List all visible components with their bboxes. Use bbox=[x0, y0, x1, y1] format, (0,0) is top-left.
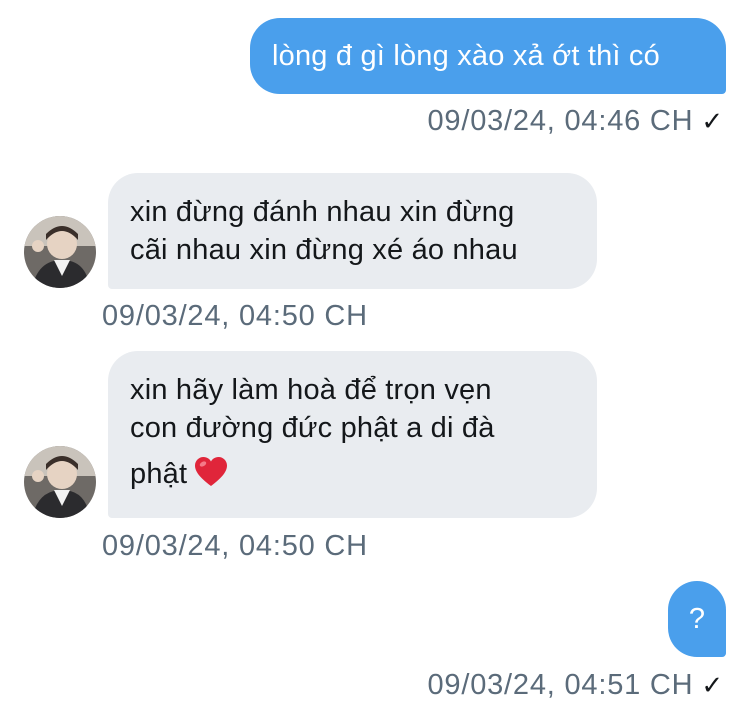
heart-emoji-icon bbox=[195, 457, 228, 497]
avatar-photo-icon bbox=[24, 216, 96, 288]
avatar-photo-icon bbox=[24, 446, 96, 518]
message-timestamp: 09/03/24, 04:50 CH bbox=[102, 530, 368, 562]
message-line: phật bbox=[130, 458, 188, 490]
sent-check-icon: ✓ bbox=[701, 107, 724, 137]
message-bubble-received[interactable]: xin hãy làm hoà để trọn vẹn con đường đứ… bbox=[108, 351, 597, 518]
message-timestamp: 09/03/24, 04:51 CH ✓ bbox=[427, 668, 724, 703]
message-bubble-received[interactable]: xin đừng đánh nhau xin đừng cãi nhau xin… bbox=[108, 173, 597, 289]
message-timestamp: 09/03/24, 04:46 CH ✓ bbox=[427, 104, 724, 139]
message-timestamp: 09/03/24, 04:50 CH bbox=[102, 300, 368, 332]
message-bubble-sent[interactable]: lòng đ gì lòng xào xả ớt thì có bbox=[250, 18, 726, 94]
message-bubble-sent[interactable]: ? bbox=[668, 581, 726, 657]
avatar[interactable] bbox=[24, 216, 96, 288]
avatar[interactable] bbox=[24, 446, 96, 518]
message-line-with-emoji: phật bbox=[130, 455, 575, 497]
message-line: xin đừng đánh nhau xin đừng bbox=[130, 196, 515, 228]
timestamp-text: 09/03/24, 04:46 CH bbox=[427, 105, 694, 137]
timestamp-text: 09/03/24, 04:51 CH bbox=[427, 669, 694, 701]
message-line: cãi nhau xin đừng xé áo nhau bbox=[130, 234, 518, 266]
message-line: xin hãy làm hoà để trọn vẹn bbox=[130, 374, 492, 406]
message-line: con đường đức phật a di đà bbox=[130, 412, 495, 444]
